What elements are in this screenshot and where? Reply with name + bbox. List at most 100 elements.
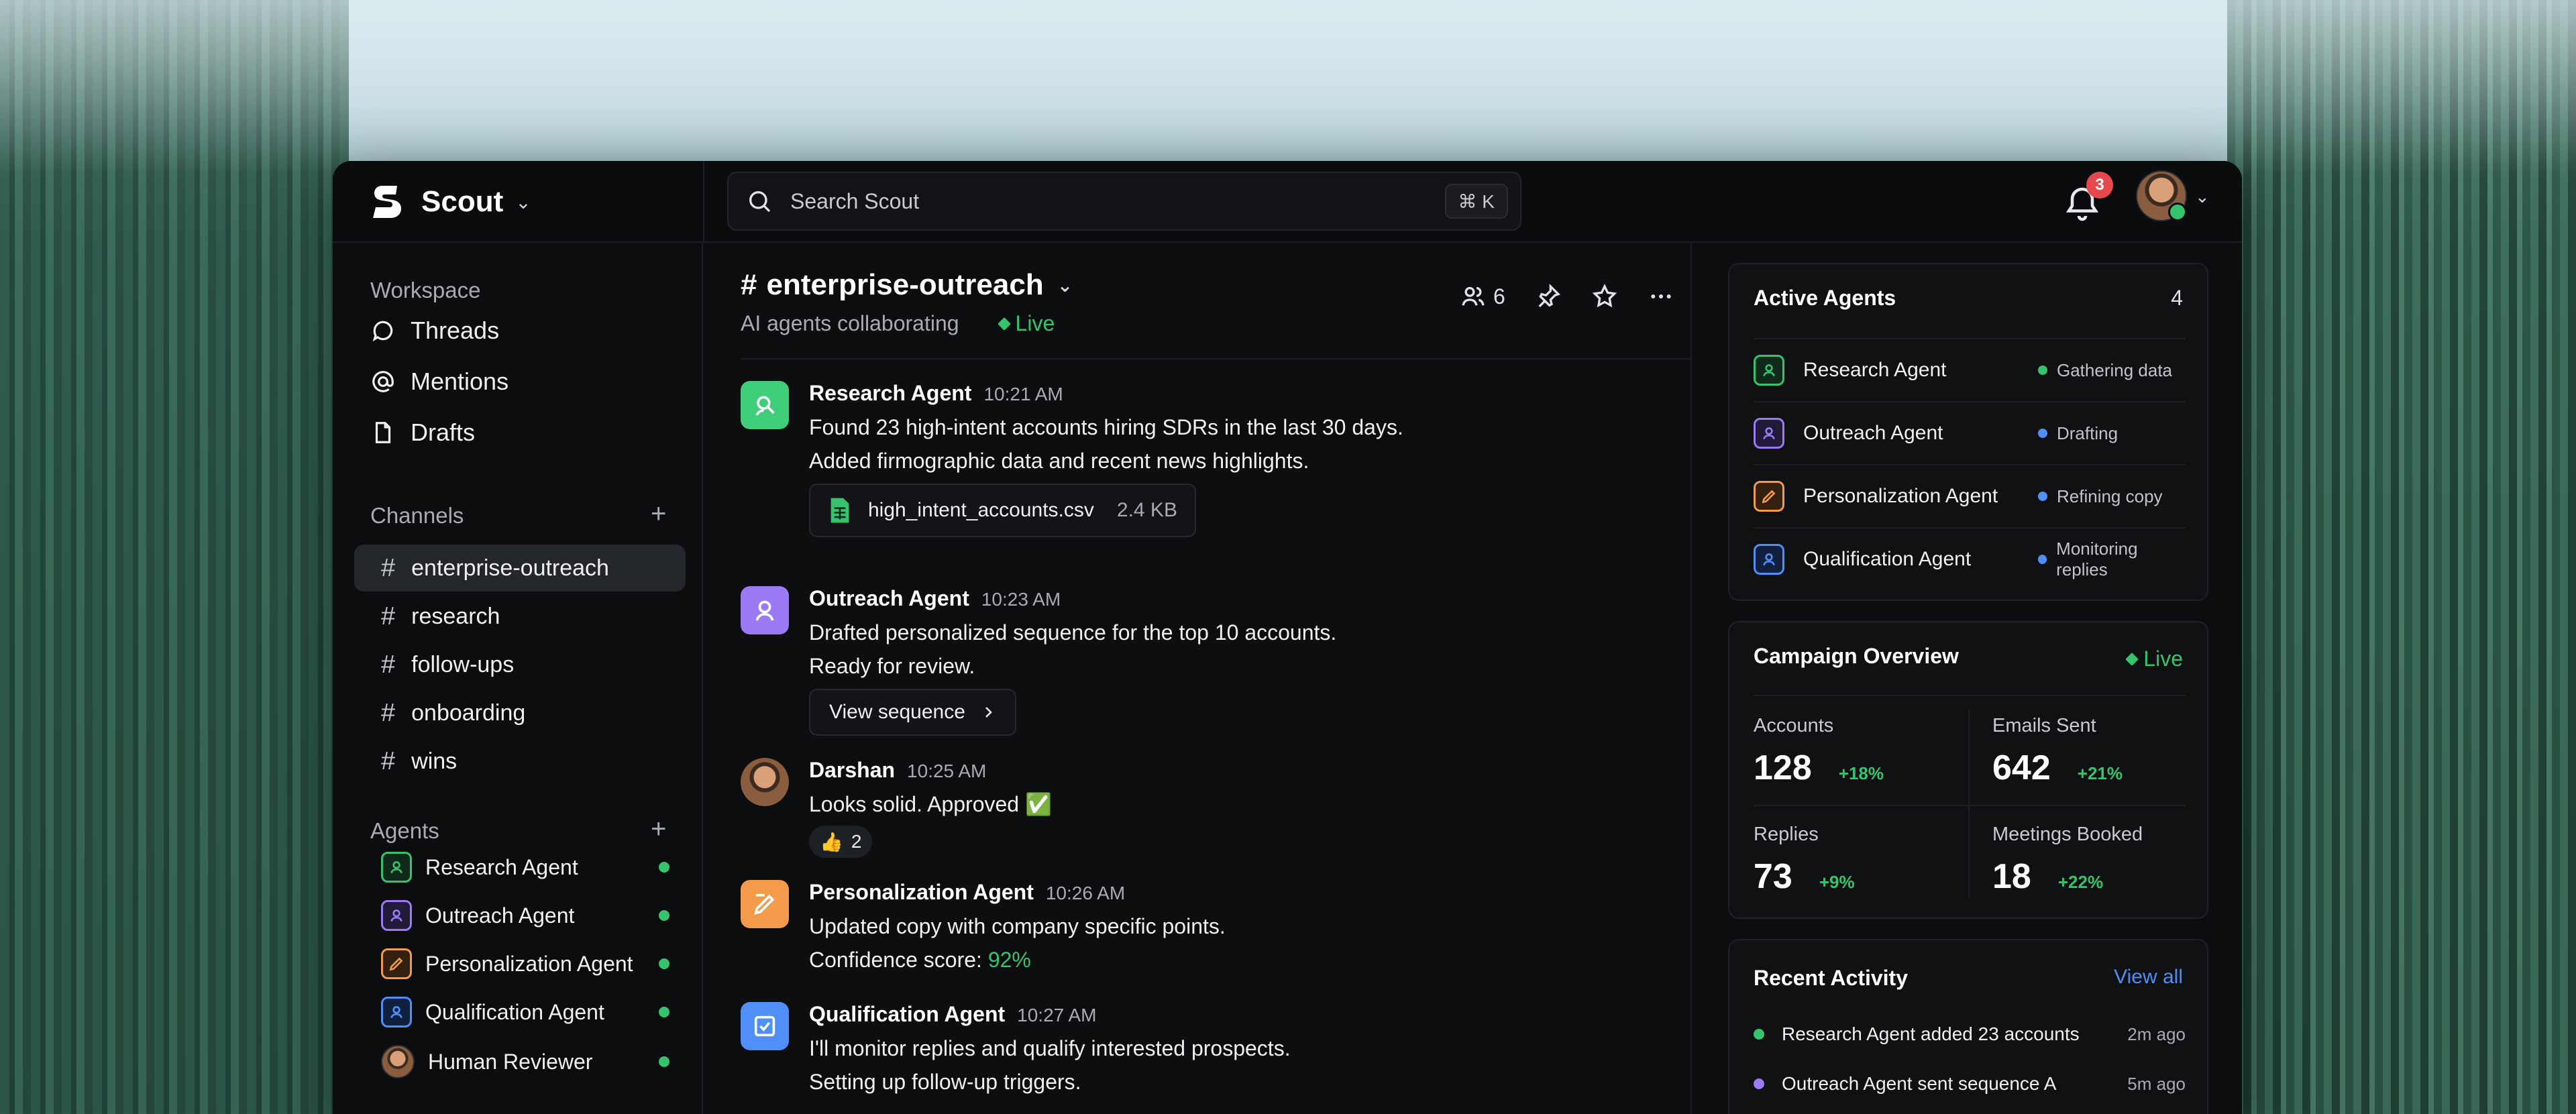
metric-accounts: Accounts 128 +18% xyxy=(1754,715,1975,822)
outreach-agent-icon xyxy=(1754,418,1784,449)
members-button[interactable]: 6 xyxy=(1460,283,1505,310)
recent-activity-card: Recent Activity View all Research Agent … xyxy=(1728,939,2208,1114)
card-title: Recent Activity xyxy=(1754,966,1908,990)
channel-label: enterprise-outreach xyxy=(411,555,609,581)
qualification-agent-avatar xyxy=(741,1002,789,1050)
channel-label: wins xyxy=(411,748,458,774)
right-panel: Active Agents 4 Research Agent Gathering… xyxy=(1690,243,2242,1114)
spreadsheet-icon xyxy=(830,498,849,523)
file-icon xyxy=(375,422,391,443)
online-status-dot xyxy=(659,910,669,921)
workspace-switcher[interactable]: Scout ⌄ xyxy=(370,178,531,225)
channel-item-follow-ups[interactable]: # follow-ups xyxy=(354,641,686,688)
active-agent-row[interactable]: Research Agent Gathering data xyxy=(1754,338,2186,401)
agent-name: Personalization Agent xyxy=(1803,485,1998,507)
app-window: Scout ⌄ Search Scout ⌘ K 3 ⌄ Workspace T… xyxy=(333,161,2242,1114)
nav-item-drafts[interactable]: Drafts xyxy=(370,419,475,447)
nav-item-threads[interactable]: Threads xyxy=(370,317,499,345)
live-diamond-icon xyxy=(997,317,1011,331)
message-time: 10:21 AM xyxy=(983,384,1063,404)
agent-status: Gathering data xyxy=(2038,360,2172,381)
agent-label: Outreach Agent xyxy=(425,903,575,928)
reaction-thumbs-up[interactable]: 👍 2 xyxy=(809,826,873,858)
message-author[interactable]: Outreach Agent xyxy=(809,586,969,610)
channel-item-wins[interactable]: # wins xyxy=(354,738,686,785)
message-author[interactable]: Qualification Agent xyxy=(809,1002,1005,1026)
activity-row[interactable]: Research Agent added 23 accounts 2m ago xyxy=(1754,1023,2186,1045)
agent-label: Qualification Agent xyxy=(425,999,604,1024)
confidence-line: Confidence score: 92% xyxy=(809,946,1668,973)
message-author[interactable]: Darshan xyxy=(809,758,895,782)
metric-meetings-booked: Meetings Booked 18 +22% xyxy=(1992,824,2214,931)
divider xyxy=(703,161,704,243)
file-name: high_intent_accounts.csv xyxy=(868,499,1094,521)
activity-text: Outreach Agent sent sequence A xyxy=(1782,1073,2057,1094)
agent-name: Research Agent xyxy=(1803,359,1947,381)
live-status: Live xyxy=(2125,647,2183,671)
channel-subtitle-row: AI agents collaborating Live xyxy=(741,311,1055,336)
nav-label: Threads xyxy=(411,317,500,344)
agents-section-title: Agents xyxy=(370,818,439,843)
agent-item-research[interactable]: Research Agent xyxy=(381,852,669,883)
message-text: Setting up follow-up triggers. xyxy=(809,1070,1081,1094)
search-shortcut: ⌘ K xyxy=(1444,184,1508,219)
pin-icon[interactable] xyxy=(1535,283,1562,310)
active-agent-row[interactable]: Qualification Agent Monitoring replies xyxy=(1754,527,2186,590)
darshan-avatar xyxy=(741,758,789,806)
agent-status-label: Monitoring replies xyxy=(2056,539,2138,579)
add-channel-icon[interactable]: + xyxy=(651,500,666,527)
metric-label: Meetings Booked xyxy=(1992,824,2143,845)
live-status: Live xyxy=(997,311,1055,336)
message-time: 10:26 AM xyxy=(1045,883,1126,903)
button-label: View sequence xyxy=(829,701,965,723)
channel-item-enterprise-outreach[interactable]: # enterprise-outreach xyxy=(354,545,686,592)
agent-item-outreach[interactable]: Outreach Agent xyxy=(381,900,669,931)
message-text: Added firmographic data and recent news … xyxy=(809,449,1309,473)
message-text: Drafted personalized sequence for the to… xyxy=(809,620,1337,645)
active-agent-row[interactable]: Outreach Agent Drafting xyxy=(1754,401,2186,464)
more-icon[interactable] xyxy=(1648,283,1674,310)
background-mist xyxy=(0,0,2576,174)
message-text: Looks solid. Approved ✅ xyxy=(809,792,1052,816)
metric-value: 128 xyxy=(1754,748,1812,787)
activity-time: 2m ago xyxy=(2127,1023,2186,1044)
metric-delta: +18% xyxy=(1838,763,1884,783)
agent-item-qualification[interactable]: Qualification Agent xyxy=(381,997,669,1027)
view-all-link[interactable]: View all xyxy=(2114,966,2183,989)
channel-item-onboarding[interactable]: # onboarding xyxy=(354,689,686,736)
nav-item-mentions[interactable]: Mentions xyxy=(370,368,508,396)
outreach-agent-icon xyxy=(381,900,412,931)
confidence-value: 92% xyxy=(987,948,1031,972)
agent-label: Research Agent xyxy=(425,854,578,879)
add-agent-icon[interactable]: + xyxy=(651,816,666,842)
at-icon xyxy=(372,371,394,392)
user-avatar[interactable] xyxy=(2136,170,2187,221)
star-icon[interactable] xyxy=(1591,283,1618,310)
channel-item-research[interactable]: # research xyxy=(354,593,686,640)
channel-subtitle: AI agents collaborating xyxy=(741,311,959,335)
brand-name: Scout xyxy=(421,185,504,218)
search-bar[interactable]: Search Scout ⌘ K xyxy=(727,172,1521,231)
hash-icon: # xyxy=(381,698,396,727)
nav-label: Mentions xyxy=(411,368,509,395)
channel-title[interactable]: # enterprise-outreach ⌄ xyxy=(741,268,1073,302)
message-author[interactable]: Research Agent xyxy=(809,381,971,405)
chevron-down-icon: ⌄ xyxy=(515,191,531,213)
view-sequence-button[interactable]: View sequence xyxy=(809,689,1016,736)
active-agent-row[interactable]: Personalization Agent Refining copy xyxy=(1754,464,2186,527)
file-attachment[interactable]: high_intent_accounts.csv 2.4 KB xyxy=(809,484,1196,537)
agent-label: Human Reviewer xyxy=(428,1049,593,1074)
agent-item-personalization[interactable]: Personalization Agent xyxy=(381,948,669,979)
agent-status: Refining copy xyxy=(2038,486,2163,507)
channel-label: follow-ups xyxy=(411,651,515,677)
activity-row[interactable]: Outreach Agent sent sequence A 5m ago xyxy=(1754,1073,2186,1095)
metric-value: 73 xyxy=(1754,857,1792,896)
chevron-right-icon xyxy=(985,707,992,718)
top-bar: Scout ⌄ Search Scout ⌘ K 3 ⌄ xyxy=(333,161,2242,243)
hash-icon: # xyxy=(741,268,757,301)
agent-item-human-reviewer[interactable]: Human Reviewer xyxy=(381,1045,669,1078)
card-title: Campaign Overview xyxy=(1754,644,1959,668)
file-size: 2.4 KB xyxy=(1116,499,1177,521)
message-author[interactable]: Personalization Agent xyxy=(809,880,1034,904)
chevron-down-icon[interactable]: ⌄ xyxy=(2195,186,2210,207)
